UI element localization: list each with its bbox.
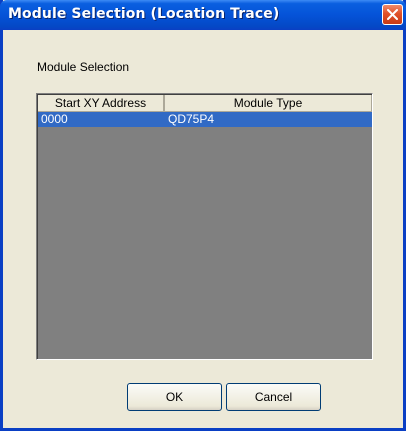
window-title: Module Selection (Location Trace) <box>8 6 280 22</box>
row-module-type: QD75P4 <box>168 112 215 126</box>
cancel-button[interactable]: Cancel <box>226 383 321 411</box>
close-icon <box>387 9 398 20</box>
dialog-window: Module Selection (Location Trace) Module… <box>0 0 406 431</box>
ok-button[interactable]: OK <box>127 383 222 411</box>
list-header: Start XY Address Module Type <box>38 95 372 112</box>
close-button[interactable] <box>382 4 403 25</box>
title-bar[interactable]: Module Selection (Location Trace) <box>0 0 406 30</box>
module-list[interactable]: Start XY Address Module Type 0000 QD75P4 <box>36 93 373 360</box>
column-header-module-type[interactable]: Module Type <box>165 95 372 112</box>
row-start-xy-address: 0000 <box>41 112 68 126</box>
column-header-start-xy-address[interactable]: Start XY Address <box>38 95 165 112</box>
list-row[interactable]: 0000 QD75P4 <box>38 112 372 127</box>
module-selection-label: Module Selection <box>37 60 130 74</box>
